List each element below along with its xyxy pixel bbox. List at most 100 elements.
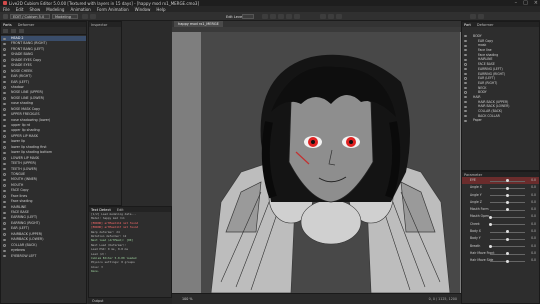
parameter-value[interactable]: 0.0 [531,244,536,248]
settings-icon[interactable] [478,14,484,19]
visibility-eye-icon[interactable] [3,211,6,214]
parameter-slider-knob[interactable] [506,230,509,234]
visibility-eye-icon[interactable] [464,77,467,80]
tree-row[interactable]: EYEBROW LEFT [1,254,86,259]
parameter-row[interactable]: EYE 0.0 [462,177,539,185]
mode-select[interactable]: Modeling [52,14,78,19]
parameter-row[interactable]: Mouth Form 0.0 [462,206,539,213]
parameter-slider-knob[interactable] [506,186,509,190]
deformer-tool-icon[interactable] [270,14,276,19]
parameter-row[interactable]: Mouth Open 0.0 [462,213,539,220]
visibility-eye-icon[interactable] [3,162,6,165]
visibility-eye-icon[interactable] [3,124,6,127]
parameter-value[interactable]: 0.0 [531,229,536,233]
parameter-slider-knob[interactable] [506,237,509,241]
visibility-eye-icon[interactable] [3,119,6,122]
visibility-eye-icon[interactable] [3,42,6,46]
menu-item-window[interactable]: Window [135,7,151,12]
parameter-slider-knob[interactable] [506,201,509,205]
visibility-eye-icon[interactable] [464,49,467,52]
mesh-tool-icon[interactable] [262,14,268,19]
tab-edit[interactable]: Edit [117,208,124,212]
parameter-slider-track[interactable] [490,224,525,226]
visibility-eye-icon[interactable] [464,35,467,38]
menu-item-show[interactable]: Show [29,7,40,12]
visibility-eye-icon[interactable] [464,58,467,61]
parameter-slider-knob[interactable] [488,244,492,248]
parameter-value[interactable]: 0.0 [531,207,536,211]
new-part-icon[interactable] [3,28,8,33]
visibility-eye-icon[interactable] [3,91,6,95]
arrow-tool-icon[interactable] [3,14,8,19]
tab-deformer-right[interactable]: Deformer [477,23,494,27]
visibility-eye-icon[interactable] [464,105,467,108]
parameter-value[interactable]: 0.0 [531,185,536,189]
visibility-eye-icon[interactable] [3,59,6,62]
visibility-eye-icon[interactable] [3,146,6,149]
visibility-eye-icon[interactable] [3,53,6,57]
parameter-row[interactable]: Breath 0.0 [462,243,539,250]
menu-item-file[interactable]: File [3,7,10,12]
visibility-eye-icon[interactable] [3,64,6,68]
visibility-eye-icon[interactable] [464,96,467,99]
guide-tool-icon[interactable] [336,14,342,19]
output-label[interactable]: Output [92,299,103,303]
brush-tool-icon[interactable] [286,14,292,19]
visibility-eye-icon[interactable] [3,81,6,84]
visibility-eye-icon[interactable] [3,233,6,236]
parameter-value[interactable]: 0.0 [531,222,536,226]
visibility-eye-icon[interactable] [464,53,467,57]
parameter-row[interactable]: Angle Z 0.0 [462,199,539,206]
visibility-eye-icon[interactable] [3,216,6,220]
parameter-row[interactable]: Angle Y 0.0 [462,192,539,199]
parameter-value[interactable]: 0.0 [531,236,536,240]
menu-item-modeling[interactable]: Modeling [46,7,64,12]
parameter-slider-track[interactable] [490,217,525,218]
parameter-slider-knob[interactable] [488,223,492,227]
visibility-eye-icon[interactable] [3,86,6,89]
visibility-eye-icon[interactable] [3,97,6,100]
parameter-row[interactable]: Body Y 0.0 [462,235,539,242]
visibility-eye-icon[interactable] [464,110,467,113]
visibility-eye-icon[interactable] [464,100,467,103]
parameter-value[interactable]: 0.0 [531,258,536,262]
menu-item-help[interactable]: Help [156,7,165,12]
menu-item-edit[interactable]: Edit [16,7,24,12]
layout-icon[interactable] [470,14,476,19]
visibility-eye-icon[interactable] [3,102,6,106]
visibility-eye-icon[interactable] [3,70,6,73]
visibility-eye-icon[interactable] [464,114,467,118]
visibility-eye-icon[interactable] [3,249,6,252]
view-tool-icon[interactable] [320,14,326,19]
parameter-slider-knob[interactable] [506,252,509,256]
visibility-eye-icon[interactable] [3,151,6,155]
visibility-eye-icon[interactable] [464,44,467,47]
parameter-row[interactable]: Body X 0.0 [462,228,539,235]
visibility-eye-icon[interactable] [3,75,6,78]
visibility-eye-icon[interactable] [3,189,6,193]
eraser-tool-icon[interactable] [294,14,300,19]
parameter-value[interactable]: 0.0 [531,193,536,197]
visibility-eye-icon[interactable] [3,173,6,176]
parameter-slider-track[interactable] [490,246,525,248]
artboard[interactable] [201,32,460,293]
visibility-eye-icon[interactable] [3,168,6,171]
parameter-value[interactable]: 0.0 [531,200,536,204]
parameter-row[interactable]: Angle X 0.0 [462,184,539,191]
menu-item-form-animation[interactable]: Form Animation [97,7,129,12]
visibility-eye-icon[interactable] [3,195,6,198]
zoom-level[interactable]: 100 % [182,297,192,301]
visibility-eye-icon[interactable] [464,119,467,122]
glue-tool-icon[interactable] [278,14,284,19]
visibility-eye-icon[interactable] [3,178,6,182]
tab-deformer[interactable]: Deformer [18,23,35,27]
visibility-eye-icon[interactable] [3,129,6,133]
visibility-eye-icon[interactable] [3,238,6,242]
parameter-value[interactable]: 0.0 [531,178,536,182]
visibility-eye-icon[interactable] [3,108,6,111]
visibility-eye-icon[interactable] [3,255,6,258]
visibility-eye-icon[interactable] [3,135,6,138]
visibility-eye-icon[interactable] [3,140,6,144]
parameter-value[interactable]: 0.0 [531,251,536,255]
visibility-eye-icon[interactable] [464,91,467,94]
